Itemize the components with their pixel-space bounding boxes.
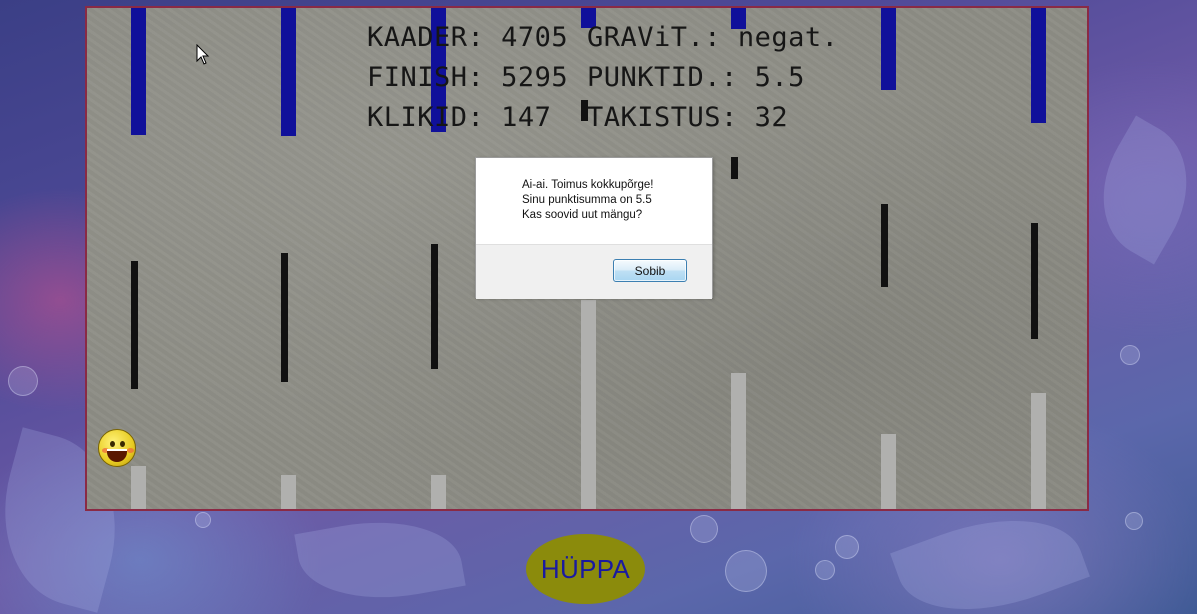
top-obstacle xyxy=(131,8,146,135)
obstacles-label: TAKISTUS: xyxy=(587,102,738,133)
clicks-label: KLIKID: xyxy=(367,102,485,133)
mouse-pointer-icon xyxy=(196,44,210,65)
middle-obstacle xyxy=(1031,223,1038,339)
background-bubble xyxy=(1125,512,1143,530)
top-obstacle xyxy=(281,8,296,136)
bottom-obstacle xyxy=(431,475,446,509)
bottom-obstacle xyxy=(1031,393,1046,509)
background-bubble xyxy=(195,512,211,528)
dialog-body: Ai-ai. Toimus kokkupõrge! Sinu punktisum… xyxy=(476,158,712,244)
jump-button[interactable]: HÜPPA xyxy=(526,534,645,604)
points-value: 5.5 xyxy=(754,62,805,93)
background-bubble xyxy=(1120,345,1140,365)
obstacles-value: 32 xyxy=(754,102,789,133)
points-label: PUNKTID.: xyxy=(587,62,738,93)
smiley-face-icon xyxy=(98,429,136,467)
dialog-message-line: Ai-ai. Toimus kokkupõrge! xyxy=(522,179,654,191)
background-bubble xyxy=(725,550,767,592)
bottom-obstacle xyxy=(281,475,296,509)
frame-label: KAADER: xyxy=(367,22,485,53)
middle-obstacle xyxy=(731,157,738,179)
bottom-obstacle xyxy=(581,300,596,509)
gravity-value: negat. xyxy=(737,22,839,53)
dialog-footer: Sobib xyxy=(476,244,712,299)
middle-obstacle xyxy=(131,261,138,389)
middle-obstacle xyxy=(881,204,888,287)
frame-value: 4705 xyxy=(501,22,569,53)
alert-dialog: Ai-ai. Toimus kokkupõrge! Sinu punktisum… xyxy=(475,157,713,299)
top-obstacle xyxy=(881,8,896,90)
bottom-obstacle xyxy=(131,466,146,509)
clicks-value: 147 xyxy=(501,102,552,133)
background-bubble xyxy=(690,515,718,543)
background-bubble xyxy=(815,560,835,580)
middle-obstacle xyxy=(281,253,288,382)
background-leaf xyxy=(1076,115,1197,265)
dialog-message-line: Sinu punktisumma on 5.5 xyxy=(522,194,652,206)
dialog-message-line: Kas soovid uut mängu? xyxy=(522,209,643,221)
ok-button[interactable]: Sobib xyxy=(613,259,687,282)
bottom-obstacle xyxy=(881,434,896,509)
background-leaf xyxy=(294,506,466,614)
middle-obstacle xyxy=(431,244,438,369)
finish-value: 5295 xyxy=(501,62,569,93)
finish-label: FINISH: xyxy=(367,62,485,93)
gravity-label: GRAViT.: xyxy=(587,22,722,53)
top-obstacle xyxy=(1031,8,1046,123)
background-bubble xyxy=(8,366,38,396)
background-bubble xyxy=(835,535,859,559)
bottom-obstacle xyxy=(731,373,746,509)
hud: KAADER: 4705 GRAViT.: negat. FINISH: 529… xyxy=(367,22,867,142)
